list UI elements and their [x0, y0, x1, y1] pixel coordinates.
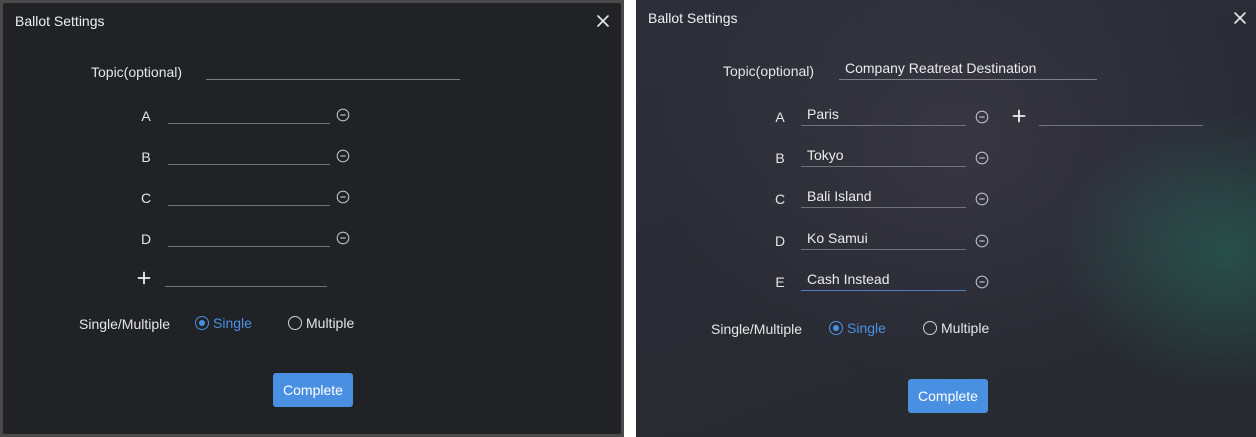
remove-option-e-icon[interactable] [975, 275, 989, 289]
option-d-input[interactable] [168, 225, 330, 247]
single-radio[interactable]: Single [195, 315, 252, 331]
radio-dot [195, 316, 209, 330]
title-bar: Ballot Settings [3, 3, 621, 39]
option-a-input[interactable] [168, 102, 330, 124]
complete-button[interactable]: Complete [273, 373, 353, 407]
multiple-radio[interactable]: Multiple [288, 315, 354, 331]
remove-option-a-icon[interactable] [336, 108, 350, 122]
mode-label: Single/Multiple [711, 321, 803, 337]
option-c-letter: C [140, 190, 152, 206]
option-c-input[interactable] [168, 184, 330, 206]
new-option-input[interactable] [1039, 104, 1203, 126]
topic-label: Topic(optional) [723, 63, 815, 79]
remove-option-c-icon[interactable] [336, 190, 350, 204]
remove-option-d-icon[interactable] [975, 234, 989, 248]
option-c-input[interactable]: Bali Island [801, 186, 966, 208]
option-b-letter: B [141, 149, 151, 165]
option-d-input[interactable]: Ko Samui [801, 228, 966, 250]
plus-icon[interactable] [137, 271, 151, 285]
dialog-body: Ballot Settings Topic(optional) Company … [636, 0, 1256, 437]
multiple-label: Multiple [306, 315, 355, 331]
option-c-letter: C [774, 191, 786, 207]
new-option-input[interactable] [165, 265, 327, 287]
dialog-title: Ballot Settings [15, 13, 105, 29]
radio-dot [923, 321, 937, 335]
single-radio[interactable]: Single [829, 320, 886, 336]
title-bar: Ballot Settings [636, 0, 1256, 36]
radio-dot [288, 316, 302, 330]
mode-label: Single/Multiple [79, 316, 171, 332]
option-d-letter: D [774, 233, 786, 249]
remove-option-b-icon[interactable] [336, 149, 350, 163]
option-b-input[interactable]: Tokyo [801, 145, 966, 167]
option-a-letter: A [141, 108, 151, 124]
option-e-letter: E [775, 274, 785, 290]
option-b-letter: B [775, 150, 785, 166]
remove-option-a-icon[interactable] [975, 110, 989, 124]
multiple-radio[interactable]: Multiple [923, 320, 989, 336]
close-icon[interactable] [1232, 10, 1248, 26]
option-a-input[interactable]: Paris [801, 104, 966, 126]
option-a-letter: A [775, 109, 785, 125]
option-e-input[interactable]: Cash Instead [801, 269, 966, 291]
ballot-settings-dialog-filled: Ballot Settings Topic(optional) Company … [636, 0, 1256, 437]
single-label: Single [847, 320, 886, 336]
ballot-settings-dialog-empty: Ballot Settings Topic(optional) A B C D [0, 0, 624, 437]
remove-option-c-icon[interactable] [975, 192, 989, 206]
option-b-input[interactable] [168, 143, 330, 165]
dialog-body: Ballot Settings Topic(optional) A B C D [3, 3, 621, 434]
radio-dot [829, 321, 843, 335]
topic-label: Topic(optional) [91, 64, 183, 80]
topic-input[interactable] [206, 58, 460, 80]
option-d-letter: D [140, 231, 152, 247]
plus-icon[interactable] [1012, 109, 1026, 123]
dialog-title: Ballot Settings [648, 10, 738, 26]
close-icon[interactable] [595, 13, 611, 29]
remove-option-d-icon[interactable] [336, 231, 350, 245]
single-label: Single [213, 315, 252, 331]
multiple-label: Multiple [941, 320, 990, 336]
topic-input[interactable]: Company Reatreat Destination [839, 58, 1097, 80]
remove-option-b-icon[interactable] [975, 151, 989, 165]
complete-button[interactable]: Complete [908, 379, 988, 413]
